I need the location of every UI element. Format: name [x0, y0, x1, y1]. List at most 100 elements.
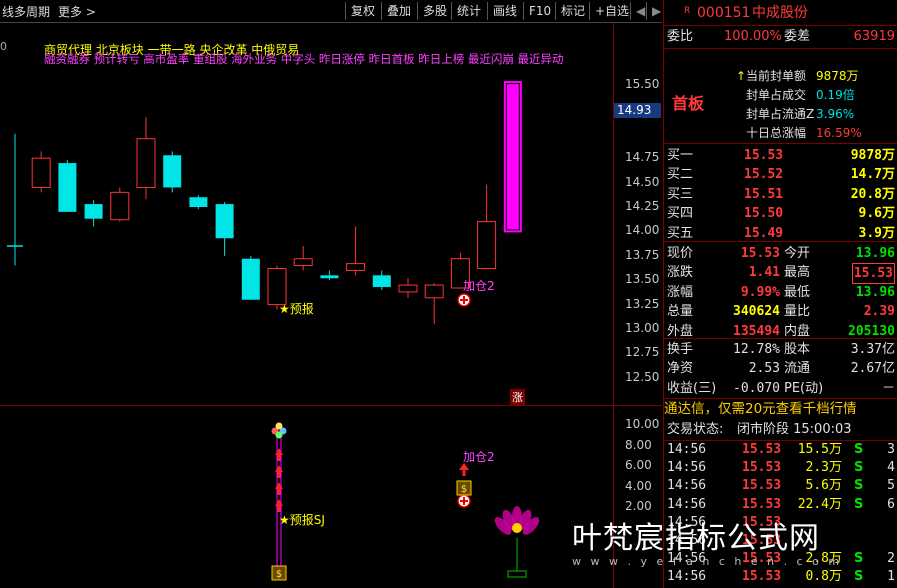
candle[interactable] [136, 117, 156, 200]
stock-code: 000151 [697, 5, 751, 21]
fin-label-1: 净资 [667, 361, 694, 377]
y-tick-label: 13.25 [625, 296, 660, 311]
tick-side: S [854, 496, 864, 512]
multi-stock-button[interactable]: 多股 [417, 2, 452, 20]
top-axis-zero: 0 [0, 40, 7, 53]
candle[interactable] [189, 195, 208, 209]
quote-value-1: 340624 [733, 304, 780, 320]
weicha-value: 63919 [853, 29, 895, 44]
statistics-button[interactable]: 统计 [451, 2, 486, 20]
buy-row[interactable]: 买四 15.50 9.6万 [664, 204, 897, 223]
signal-column [275, 436, 283, 571]
tick-time: 14:56 [667, 478, 707, 494]
quote-row: 现价 15.53 今开 13.96 [664, 244, 897, 263]
tick-side: S [854, 460, 864, 476]
y-tick-label: 14.50 [625, 174, 660, 189]
fin-row: 换手 12.78% 股本 3.37亿 [664, 340, 897, 359]
y-tick-sub-label: 4.00 [625, 478, 652, 493]
buy-price: 15.50 [744, 206, 784, 222]
candle[interactable] [424, 283, 444, 325]
tick-time: 14:56 [667, 442, 707, 457]
y-tick-sub-label: 6.00 [625, 458, 652, 473]
tick-time: 14:56 [667, 496, 707, 512]
y-tick-sub-label: 2.00 [625, 499, 652, 514]
tick-side: S [854, 442, 864, 457]
tick-price: 15.53 [742, 569, 782, 585]
seal-value: 0.19倍 [816, 88, 855, 102]
candle[interactable] [110, 187, 130, 222]
buy-label: 买一 [667, 148, 694, 163]
candle[interactable] [320, 270, 339, 281]
mark-button[interactable]: 标记 [555, 2, 590, 20]
seal-label: 当前封单额 [746, 69, 807, 83]
tick-count: 4 [887, 460, 895, 476]
fin-label-2: PE(动) [784, 380, 824, 396]
y-tick-label: 13.50 [625, 272, 660, 287]
candle[interactable] [503, 81, 522, 233]
quote-value-2: 13.96 [855, 246, 895, 261]
add-favorite-button[interactable]: +自选 [589, 2, 634, 20]
lotus-icon [494, 506, 540, 578]
y-tick-label: 13.75 [625, 247, 660, 262]
toolbar-line-item[interactable]: 线 [2, 3, 14, 20]
fuquan-button[interactable]: 复权 [345, 2, 380, 20]
candle[interactable] [31, 151, 51, 193]
tick-row: 14:56 15.53 0.8万 S 1 [664, 567, 897, 586]
money-bag-icon: $ [456, 480, 472, 496]
draw-line-button[interactable]: 画线 [487, 2, 522, 20]
fin-value-1: 2.53 [748, 361, 780, 377]
buy-price: 15.53 [744, 148, 784, 163]
quote-value-2: 13.96 [855, 284, 895, 300]
candle[interactable] [241, 255, 260, 300]
buy-row[interactable]: 买三 15.51 20.8万 [664, 185, 897, 204]
add-position-icon [457, 494, 471, 508]
candle[interactable] [293, 246, 313, 271]
tick-count: 6 [887, 496, 895, 512]
candle[interactable] [398, 278, 418, 298]
candle[interactable] [7, 133, 23, 266]
promo-banner[interactable]: 通达信，仅需20元查看千档行情 [664, 400, 897, 419]
f10-button[interactable]: F10 [523, 2, 556, 20]
tick-count: 1 [887, 569, 895, 585]
tick-count: 5 [887, 478, 895, 494]
tick-row: 14:56 15.53 15.5万 S 3 [664, 440, 897, 459]
tick-side: S [854, 478, 864, 494]
weibi-row: 委比 100.00% 委差 63919 [667, 29, 895, 44]
quote-label-2: 最低 [784, 284, 811, 300]
tick-volume: 5.6万 [805, 478, 842, 494]
trade-status-value: 闭市阶段 15:00:03 [737, 422, 852, 437]
toolbar-multi-period[interactable]: 多周期 [14, 3, 50, 20]
candle[interactable] [58, 160, 77, 212]
overlay-button[interactable]: 叠加 [381, 2, 416, 20]
tick-side: S [854, 551, 864, 567]
current-price-label: 14.93 [614, 103, 661, 118]
seal-value: 3.96% [816, 107, 855, 121]
candle[interactable] [163, 151, 182, 193]
candle[interactable] [84, 200, 103, 227]
toolbar-more[interactable]: 更多 > [58, 3, 96, 20]
indicator-layer: $$ [271, 293, 540, 581]
buy-row[interactable]: 买二 15.52 14.7万 [664, 165, 897, 184]
trade-status: 交易状态: 闭市阶段 15:00:03 [667, 422, 852, 437]
money-bag-icon: $ [271, 565, 287, 581]
quote-value-1: 1.41 [748, 265, 780, 281]
buy-price: 15.49 [744, 225, 784, 241]
buy-label: 买五 [667, 225, 694, 241]
candle[interactable] [477, 184, 497, 269]
buy-row[interactable]: 买一 15.53 9878万 [664, 146, 897, 165]
buy-row[interactable]: 买五 15.49 3.9万 [664, 224, 897, 243]
panel-separator [0, 405, 662, 406]
quote-label-1: 涨跌 [667, 265, 694, 281]
candle[interactable] [346, 226, 366, 276]
kline-chart[interactable]: $$ [0, 23, 662, 588]
fin-value-2: 2.67亿 [850, 361, 895, 377]
candle[interactable] [215, 202, 234, 256]
fin-label-2: 流通 [784, 361, 811, 377]
add-position-sub-marker: 加仓2 [463, 450, 495, 464]
tick-row: 14:56 15.53 2.3万 S 4 [664, 458, 897, 477]
candle[interactable] [372, 270, 391, 290]
quote-value-2: 15.53 [851, 263, 895, 285]
buy-price: 15.52 [744, 167, 784, 183]
quote-label-1: 涨幅 [667, 284, 694, 300]
fin-label-2: 股本 [784, 342, 811, 357]
